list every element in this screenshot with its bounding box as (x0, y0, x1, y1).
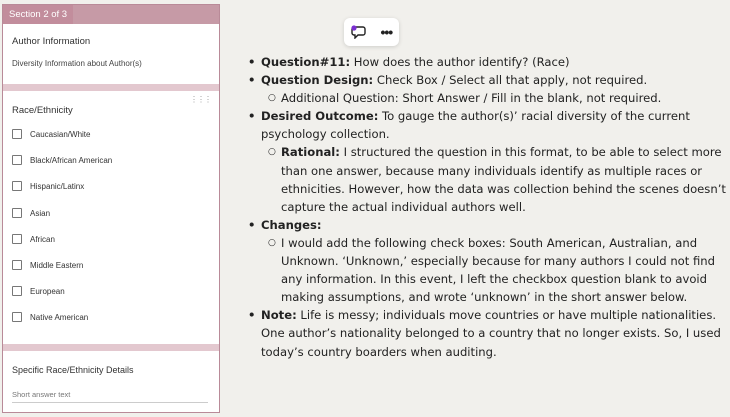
option-label: African (30, 234, 55, 244)
option-asian[interactable]: Asian (12, 207, 50, 219)
bullet-note: Note: Life is messy; individuals move co… (248, 306, 728, 360)
bullet-outcome: Desired Outcome: To gauge the author(s)’… (248, 107, 728, 143)
checkbox[interactable] (12, 286, 22, 296)
option-european[interactable]: European (12, 285, 65, 297)
option-native-american[interactable]: Native American (12, 311, 88, 323)
checkbox[interactable] (12, 208, 22, 218)
bullet-changes: Changes: (248, 216, 728, 234)
checkbox[interactable] (12, 181, 22, 191)
drag-handle-icon[interactable]: ⋮⋮⋮ (190, 95, 212, 104)
more-horizontal-icon[interactable]: ••• (380, 25, 393, 39)
option-black-african-american[interactable]: Black/African American (12, 154, 112, 166)
option-caucasian-white[interactable]: Caucasian/White (12, 128, 90, 140)
checkbox[interactable] (12, 312, 22, 322)
option-label: Caucasian/White (30, 129, 91, 139)
note-label: Note: (261, 308, 297, 323)
option-label: Asian (30, 208, 51, 218)
design-label: Question Design: (261, 73, 374, 88)
question-title-details: Specific Race/Ethnicity Details (12, 365, 134, 375)
section-tab: Section 2 of 3 (3, 5, 74, 24)
question-label: Question#11: (261, 55, 351, 69)
checkbox[interactable] (12, 155, 22, 165)
option-label: Native American (30, 312, 89, 322)
bullet-design: Question Design: Check Box / Select all … (248, 71, 728, 89)
option-label: European (30, 286, 65, 296)
outcome-label: Desired Outcome: (261, 109, 379, 124)
sub-bullet-design: Additional Question: Short Answer / Fill… (248, 89, 728, 107)
checkbox[interactable] (12, 234, 22, 244)
option-label: Hispanic/Latinx (30, 181, 85, 191)
short-answer-input[interactable]: Short answer text (12, 390, 70, 399)
form-panel: Section 2 of 3 Author Information Divers… (2, 4, 220, 413)
question-title-race: Race/Ethnicity (12, 105, 73, 116)
section-divider (3, 84, 219, 91)
sub-bullet-changes: I would add the following check boxes: S… (248, 234, 728, 306)
short-answer-underline (12, 402, 208, 403)
changes-label: Changes: (261, 217, 322, 232)
design-sub-text: Additional Question: Short Answer / Fill… (281, 91, 662, 106)
option-label: Middle Eastern (30, 260, 84, 270)
rationale-text: I structured the question in this format… (281, 145, 726, 214)
design-text: Check Box / Select all that apply, not r… (373, 73, 648, 88)
option-african[interactable]: African (12, 233, 55, 245)
option-label: Black/African American (30, 155, 113, 165)
add-comment-icon[interactable] (351, 25, 367, 40)
sub-bullet-rationale: Rational: I structured the question in t… (248, 143, 728, 215)
question-text: How does the author identify? (Race) (350, 55, 570, 69)
bullet-question: Question#11: How does the author identif… (248, 53, 728, 71)
option-hispanic-latinx[interactable]: Hispanic/Latinx (12, 180, 84, 192)
changes-text: I would add the following check boxes: S… (281, 235, 716, 305)
question-divider (3, 344, 219, 351)
checkbox[interactable] (12, 129, 22, 139)
floating-toolbar: ••• (344, 18, 399, 46)
option-middle-eastern[interactable]: Middle Eastern (12, 259, 83, 271)
rationale-label: Rational: (281, 145, 340, 160)
notes-panel: Question#11: How does the author identif… (248, 53, 728, 361)
section-title: Author Information (12, 36, 91, 47)
checkbox[interactable] (12, 260, 22, 270)
section-description: Diversity Information about Author(s) (12, 59, 142, 68)
note-text: Life is messy; individuals move countrie… (261, 308, 721, 359)
